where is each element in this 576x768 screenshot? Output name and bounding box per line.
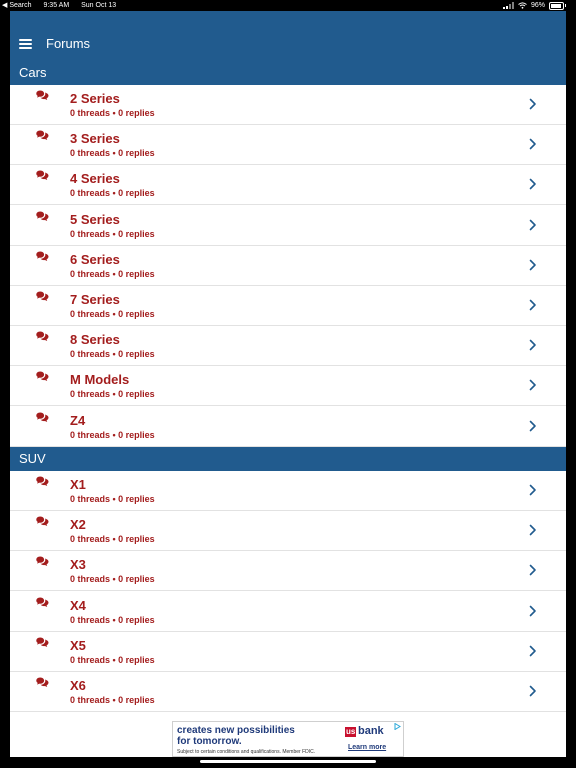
forum-row[interactable]: M Models 0 threads • 0 replies [10, 366, 566, 407]
forum-row[interactable]: X4 0 threads • 0 replies [10, 591, 566, 632]
chevron-right-icon[interactable] [529, 645, 537, 657]
chat-bubbles-icon [36, 211, 49, 221]
chevron-right-icon[interactable] [529, 420, 537, 432]
forum-stats: 0 threads • 0 replies [70, 614, 155, 625]
forum-stats: 0 threads • 0 replies [70, 574, 155, 585]
chat-bubbles-icon [36, 476, 49, 486]
chat-bubbles-icon [36, 130, 49, 141]
forum-row[interactable]: 6 Series 0 threads • 0 replies [10, 245, 566, 286]
forum-row[interactable]: X3 0 threads • 0 replies [10, 551, 566, 592]
forum-row[interactable]: X5 0 threads • 0 replies [10, 631, 566, 672]
forum-name: X2 [70, 517, 86, 533]
forum-name: 3 Series [70, 131, 120, 147]
chat-bubbles-icon [36, 412, 49, 422]
forum-name: 5 Series [70, 211, 120, 227]
chat-bubbles-icon [36, 516, 49, 527]
forum-name: 6 Series [70, 251, 120, 267]
forum-name: X1 [70, 477, 86, 492]
signal-icon [502, 2, 514, 9]
chevron-right-icon[interactable] [529, 379, 537, 391]
page-title: Forums [46, 36, 91, 51]
chevron-right-icon[interactable] [529, 138, 537, 150]
forum-name: 8 Series [70, 332, 120, 348]
chevron-right-icon[interactable] [529, 219, 537, 231]
section-header-suv: SUV [10, 447, 566, 471]
forum-name: 7 Series [70, 292, 120, 307]
usbank-logo: us bank [345, 725, 384, 739]
forum-stats: 0 threads • 0 replies [70, 654, 155, 665]
wifi-icon [518, 2, 527, 9]
chevron-right-icon[interactable] [529, 524, 537, 536]
status-time: 9:35 AM [43, 2, 70, 9]
forum-name: 2 Series [70, 91, 120, 106]
chat-bubbles-icon [36, 371, 49, 382]
forum-stats: 0 threads • 0 replies [70, 389, 155, 400]
ad-fine-print: Subject to certain conditions and qualif… [177, 749, 316, 755]
battery-icon [549, 1, 566, 10]
forum-row[interactable]: 3 Series 0 threads • 0 replies [10, 125, 566, 166]
chat-bubbles-icon [36, 637, 49, 647]
forum-stats: 0 threads • 0 replies [70, 534, 155, 545]
forum-name: X6 [70, 678, 86, 693]
status-date: Sun Oct 13 [81, 2, 117, 9]
section-header-cars: Cars [10, 61, 566, 85]
chevron-right-icon[interactable] [529, 178, 537, 190]
forum-row[interactable]: 2 Series 0 threads • 0 replies [10, 85, 566, 125]
home-indicator[interactable] [200, 760, 376, 763]
chat-bubbles-icon [36, 90, 49, 100]
chat-bubbles-icon [36, 170, 49, 181]
logo-bank: bank [358, 725, 384, 737]
ad-area: creates new possibilities for tomorrow. … [10, 713, 566, 757]
chevron-right-icon[interactable] [529, 98, 537, 110]
chat-bubbles-icon [36, 556, 49, 567]
chat-bubbles-icon [36, 677, 49, 687]
battery-percent: 96% [530, 2, 545, 9]
forum-stats: 0 threads • 0 replies [70, 148, 155, 159]
logo-us: us [345, 727, 357, 737]
hamburger-menu-icon[interactable] [19, 39, 32, 49]
chevron-right-icon[interactable] [529, 685, 537, 697]
chevron-right-icon[interactable] [529, 259, 537, 271]
forum-name: X4 [70, 597, 86, 613]
chevron-right-icon[interactable] [529, 605, 537, 617]
forum-stats: 0 threads • 0 replies [70, 695, 155, 705]
forum-stats: 0 threads • 0 replies [70, 494, 155, 504]
forum-stats: 0 threads • 0 replies [70, 349, 155, 360]
forum-row[interactable]: 4 Series 0 threads • 0 replies [10, 165, 566, 206]
forum-stats: 0 threads • 0 replies [70, 228, 155, 239]
forum-name: X5 [70, 637, 86, 653]
forum-row[interactable]: Z4 0 threads • 0 replies [10, 406, 566, 447]
forum-stats: 0 threads • 0 replies [70, 429, 155, 440]
forums-screen: Forums Cars SUV 2 Series 0 threads • 0 re… [10, 11, 566, 757]
ad-headline: creates new possibilities for tomorrow. [177, 725, 295, 747]
forum-stats: 0 threads • 0 replies [70, 268, 155, 279]
forum-name: X3 [70, 557, 86, 573]
forum-stats: 0 threads • 0 replies [70, 309, 155, 319]
forum-stats: 0 threads • 0 replies [70, 188, 155, 199]
chat-bubbles-icon [36, 251, 49, 261]
forum-row[interactable]: X6 0 threads • 0 replies [10, 672, 566, 712]
chat-bubbles-icon [36, 291, 49, 301]
ad-banner[interactable]: creates new possibilities for tomorrow. … [172, 721, 404, 757]
forum-row[interactable]: 7 Series 0 threads • 0 replies [10, 286, 566, 326]
forum-name: Z4 [70, 412, 86, 428]
chat-bubbles-icon [36, 597, 49, 607]
chevron-right-icon[interactable] [529, 564, 537, 576]
forum-row[interactable]: 5 Series 0 threads • 0 replies [10, 205, 566, 246]
chevron-right-icon[interactable] [529, 484, 537, 496]
chevron-right-icon[interactable] [529, 299, 537, 311]
forum-name: M Models [70, 372, 130, 388]
forum-row[interactable]: X1 0 threads • 0 replies [10, 471, 566, 511]
chevron-right-icon[interactable] [529, 339, 537, 351]
status-bar: ◀ Search 9:35 AM Sun Oct 13 96% [0, 0, 576, 11]
forum-row[interactable]: X2 0 threads • 0 replies [10, 511, 566, 552]
ad-learn-more-link[interactable]: Learn more [348, 744, 386, 751]
forum-name: 4 Series [70, 171, 120, 187]
forum-row[interactable]: 8 Series 0 threads • 0 replies [10, 326, 566, 367]
ad-choices-icon[interactable] [394, 723, 401, 730]
forum-stats: 0 threads • 0 replies [70, 108, 155, 118]
back-to-search-link[interactable]: ◀ Search [2, 2, 32, 9]
chat-bubbles-icon [36, 331, 49, 342]
navigation-bar: Forums [10, 11, 566, 61]
